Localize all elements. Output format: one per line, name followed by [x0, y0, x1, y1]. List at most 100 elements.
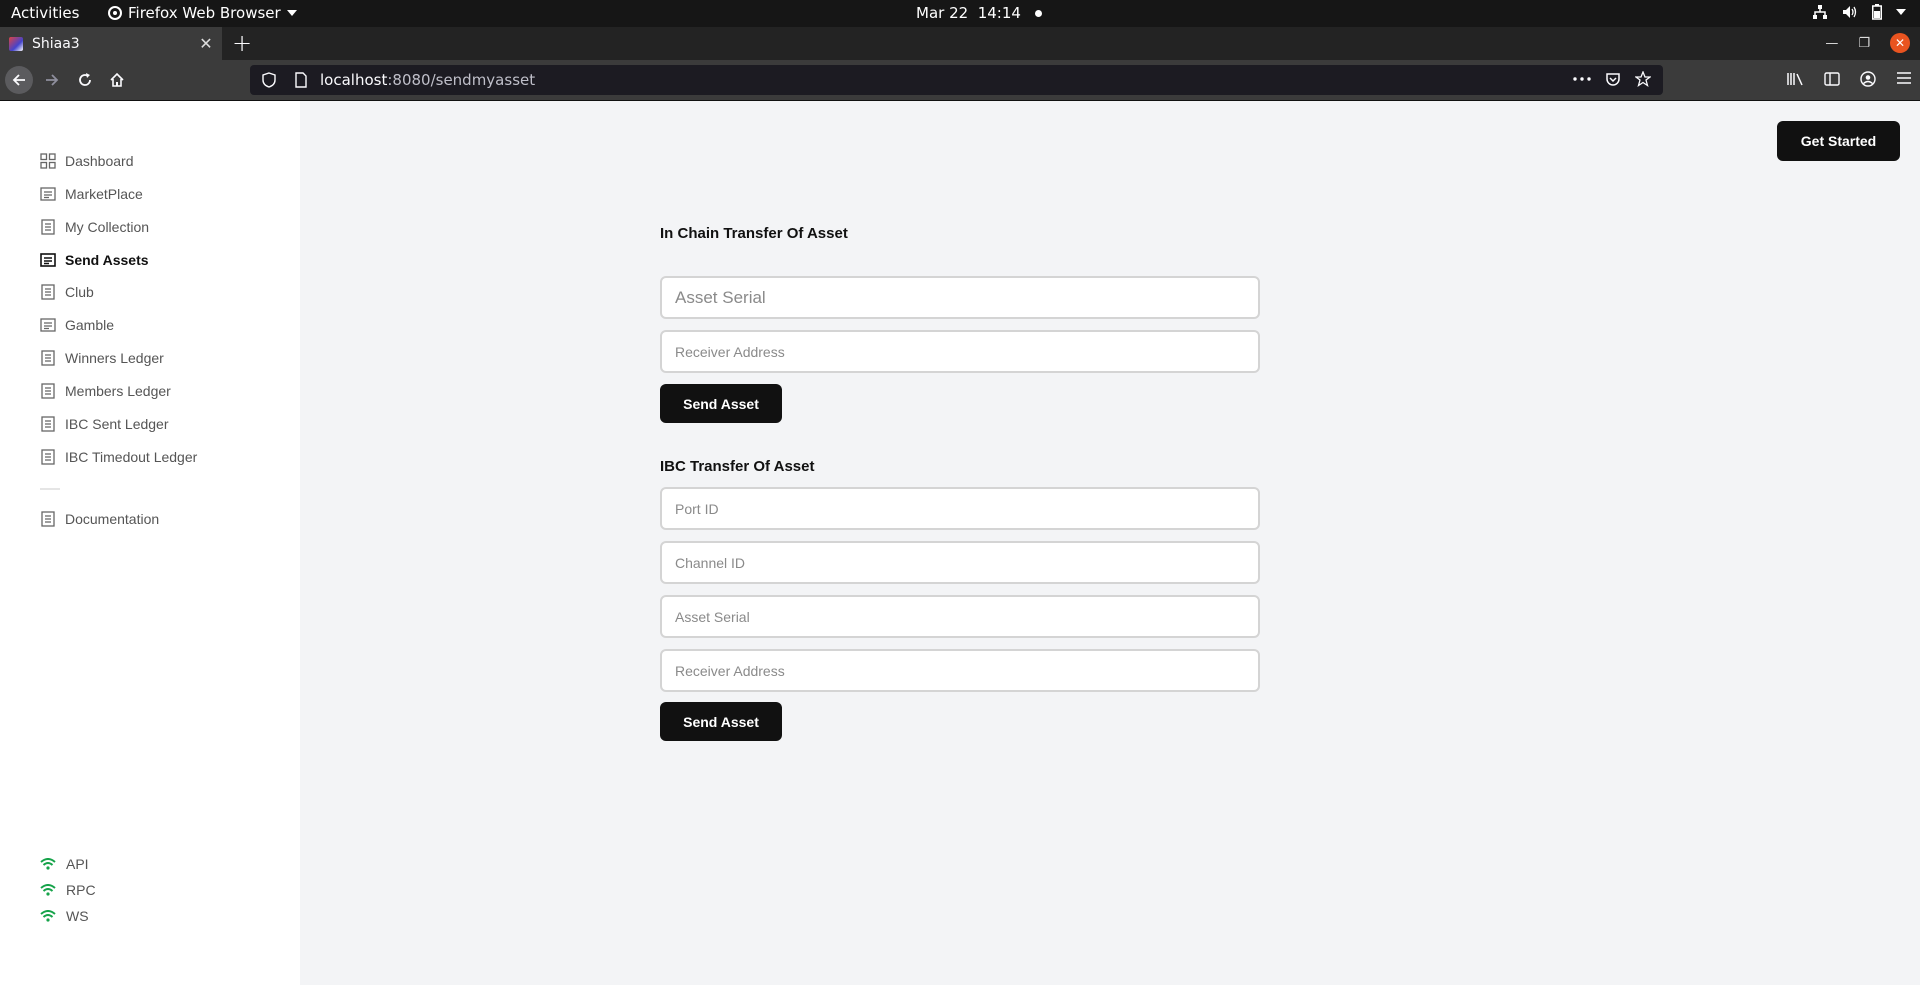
- clock[interactable]: Mar 22 14:14: [916, 4, 1042, 22]
- sidebar-item-marketplace[interactable]: MarketPlace: [40, 186, 143, 202]
- sidebar-item-send-assets[interactable]: Send Assets: [40, 252, 149, 268]
- sidebar-item-label: IBC Sent Ledger: [65, 416, 169, 432]
- system-tray[interactable]: [1812, 4, 1906, 20]
- url-bar-actions: [1573, 71, 1651, 87]
- sidebar-item-gamble[interactable]: Gamble: [40, 317, 114, 333]
- document-icon: [40, 317, 56, 333]
- ledger-icon: [40, 383, 56, 399]
- url-host: localhost: [320, 71, 388, 89]
- page-icon[interactable]: [292, 72, 310, 88]
- ibc-send-asset-button[interactable]: Send Asset: [660, 702, 782, 741]
- ledger-icon: [40, 350, 56, 366]
- sidebar-divider: [40, 488, 60, 490]
- sidebar-item-label: Documentation: [65, 511, 160, 527]
- sidebar-item-ibc-sent-ledger[interactable]: IBC Sent Ledger: [40, 416, 169, 432]
- shield-icon[interactable]: [260, 72, 278, 88]
- app-menu-label: Firefox Web Browser: [128, 4, 281, 22]
- browser-tab[interactable]: Shiaa3 ✕: [0, 27, 222, 60]
- ibc-transfer-title: IBC Transfer Of Asset: [660, 458, 815, 475]
- restore-icon[interactable]: ❐: [1858, 36, 1870, 51]
- volume-icon: [1843, 6, 1857, 18]
- hamburger-menu-icon[interactable]: [1896, 71, 1912, 85]
- ibc-channel-id-input[interactable]: [660, 541, 1260, 584]
- ibc-receiver-address-input[interactable]: [660, 649, 1260, 692]
- clock-date: Mar 22: [916, 4, 969, 22]
- system-top-bar: Activities Firefox Web Browser Mar 22 14…: [0, 0, 1920, 27]
- arrow-left-icon: [12, 74, 25, 86]
- account-icon[interactable]: [1860, 71, 1876, 87]
- home-button[interactable]: [103, 66, 131, 94]
- back-button[interactable]: [5, 66, 33, 94]
- sidebar-item-winners-ledger[interactable]: Winners Ledger: [40, 350, 164, 366]
- ledger-icon: [40, 219, 56, 235]
- reload-button[interactable]: [71, 66, 99, 94]
- sidebar-toggle-icon[interactable]: [1824, 71, 1840, 87]
- sidebar-item-ibc-timedout-ledger[interactable]: IBC Timedout Ledger: [40, 449, 197, 465]
- clock-time: 14:14: [977, 4, 1021, 22]
- minimize-icon[interactable]: —: [1825, 36, 1838, 51]
- tab-title: Shiaa3: [32, 35, 80, 52]
- forward-button[interactable]: [38, 66, 66, 94]
- document-icon: [40, 252, 56, 268]
- grid-icon: [40, 153, 56, 169]
- sidebar-item-label: Club: [65, 284, 94, 300]
- sidebar-item-label: Dashboard: [65, 153, 134, 169]
- in-chain-send-asset-button[interactable]: Send Asset: [660, 384, 782, 423]
- url-bar[interactable]: localhost:8080/sendmyasset: [250, 65, 1663, 95]
- sidebar-item-dashboard[interactable]: Dashboard: [40, 153, 134, 169]
- sidebar-item-label: MarketPlace: [65, 186, 143, 202]
- ibc-port-id-input[interactable]: [660, 487, 1260, 530]
- status-ws: WS: [40, 908, 89, 924]
- home-icon: [110, 72, 124, 87]
- url-path: :8080/sendmyasset: [387, 71, 536, 89]
- in-chain-receiver-address-input[interactable]: [660, 330, 1260, 373]
- status-rpc: RPC: [40, 882, 96, 898]
- sidebar-item-label: Send Assets: [65, 252, 149, 268]
- tab-strip: Shiaa3 ✕ + — ❐ ✕: [0, 27, 1920, 60]
- sidebar-item-label: IBC Timedout Ledger: [65, 449, 198, 465]
- in-chain-asset-serial-input[interactable]: [660, 276, 1260, 319]
- site-favicon-icon: [9, 36, 23, 51]
- sidebar-item-club[interactable]: Club: [40, 284, 94, 300]
- network-icon: [1813, 5, 1827, 19]
- sidebar-item-documentation[interactable]: Documentation: [40, 511, 159, 527]
- activities-button[interactable]: Activities: [11, 4, 79, 22]
- toolbar-right: [1786, 71, 1912, 87]
- window-controls: — ❐ ✕: [1825, 33, 1910, 53]
- document-icon: [40, 186, 56, 202]
- firefox-icon: [108, 6, 122, 20]
- pocket-icon[interactable]: [1605, 71, 1621, 87]
- reload-icon: [79, 73, 91, 86]
- ledger-icon: [40, 284, 56, 300]
- wifi-icon: [40, 884, 56, 896]
- in-chain-transfer-title: In Chain Transfer Of Asset: [660, 225, 848, 242]
- more-actions-icon[interactable]: [1573, 77, 1591, 81]
- app-menu[interactable]: Firefox Web Browser: [108, 4, 297, 22]
- new-tab-button[interactable]: +: [232, 29, 252, 57]
- wifi-icon: [40, 910, 56, 922]
- chevron-down-icon: [1896, 9, 1906, 15]
- chevron-down-icon: [286, 10, 297, 16]
- wifi-icon: [40, 858, 56, 870]
- get-started-button[interactable]: Get Started: [1777, 121, 1900, 161]
- bookmark-star-icon[interactable]: [1635, 71, 1651, 87]
- sidebar-item-my-collection[interactable]: My Collection: [40, 219, 149, 235]
- arrow-right-icon: [46, 74, 59, 86]
- sidebar-item-members-ledger[interactable]: Members Ledger: [40, 383, 171, 399]
- status-label: API: [66, 856, 89, 872]
- navigation-bar: localhost:8080/sendmyasset: [0, 60, 1920, 101]
- status-label: WS: [66, 908, 89, 924]
- sidebar: Dashboard MarketPlace My Collection Send…: [0, 101, 300, 985]
- sidebar-item-label: Winners Ledger: [65, 350, 164, 366]
- ledger-icon: [40, 449, 56, 465]
- sidebar-item-label: Members Ledger: [65, 383, 171, 399]
- ledger-icon: [40, 511, 56, 527]
- sidebar-item-label: Gamble: [65, 317, 115, 333]
- status-label: RPC: [66, 882, 96, 898]
- close-tab-icon[interactable]: ✕: [196, 34, 216, 53]
- close-window-icon[interactable]: ✕: [1890, 33, 1910, 53]
- url-text[interactable]: localhost:8080/sendmyasset: [320, 71, 535, 89]
- ibc-asset-serial-input[interactable]: [660, 595, 1260, 638]
- library-icon[interactable]: [1786, 71, 1804, 87]
- battery-icon: [1872, 4, 1882, 20]
